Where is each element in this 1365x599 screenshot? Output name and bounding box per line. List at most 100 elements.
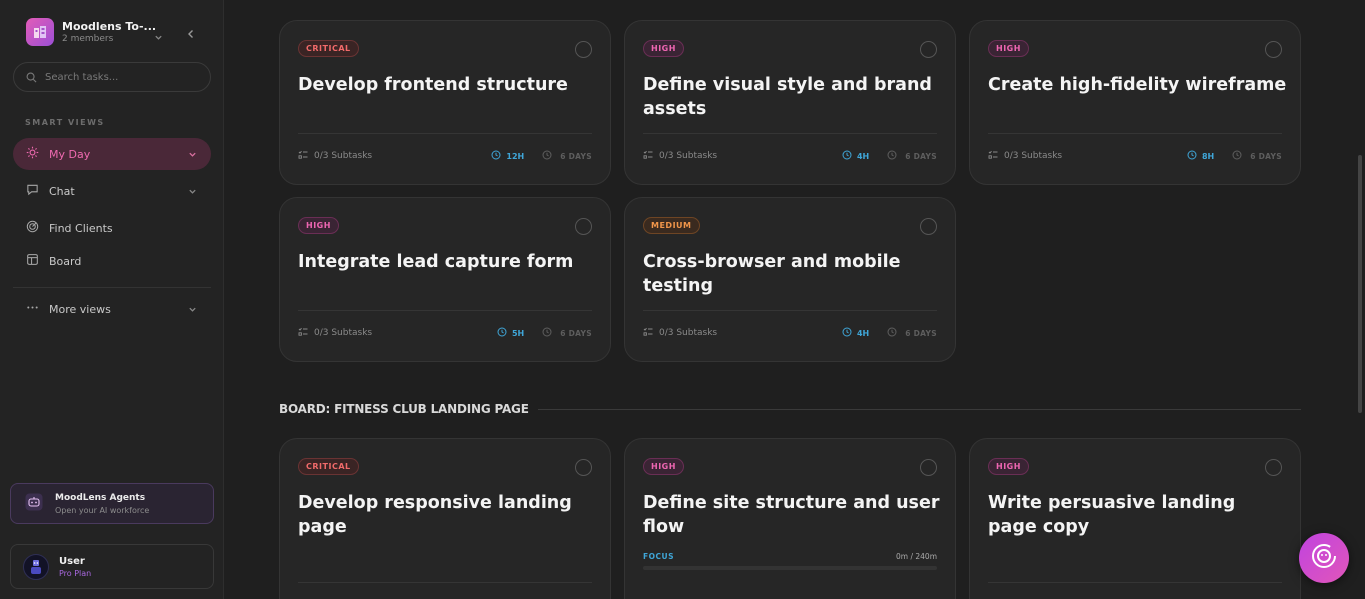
sidebar-item-board[interactable]: Board (13, 245, 211, 277)
complete-checkbox[interactable] (1265, 41, 1282, 58)
task-card[interactable]: HIGH Create high-fidelity wireframe 0/3 … (969, 20, 1301, 185)
user-profile[interactable]: User Pro Plan (10, 544, 214, 589)
agents-button[interactable]: MoodLens Agents Open your AI workforce (10, 483, 214, 524)
subtasks-icon (643, 150, 653, 163)
card-divider (298, 133, 592, 134)
sidebar-item-label: More views (49, 302, 111, 316)
chevron-down-icon[interactable] (188, 186, 197, 199)
card-divider (643, 310, 937, 311)
collapse-sidebar-icon[interactable] (185, 25, 197, 44)
task-card[interactable]: CRITICAL Develop responsive landing page (279, 438, 611, 599)
priority-badge: HIGH (643, 458, 684, 475)
complete-checkbox[interactable] (575, 41, 592, 58)
task-card[interactable]: HIGH Define site structure and user flow… (624, 438, 956, 599)
assistant-fab-button[interactable] (1299, 533, 1349, 583)
complete-checkbox[interactable] (575, 218, 592, 235)
workspace-members: 2 members (62, 34, 114, 44)
smart-views-label: SMART VIEWS (25, 118, 105, 127)
sidebar-item-chat[interactable]: Chat (13, 175, 211, 207)
agents-subtitle: Open your AI workforce (55, 505, 150, 515)
subtasks-count: 0/3 Subtasks (314, 328, 373, 338)
workspace-logo-icon (26, 18, 54, 46)
due-clock-icon (887, 150, 897, 163)
subtasks-icon (643, 327, 653, 340)
sun-icon (26, 146, 39, 162)
due-clock-icon (1232, 150, 1242, 163)
subtasks-count: 0/3 Subtasks (659, 151, 718, 161)
sidebar-item-label: Board (49, 254, 82, 268)
chevron-down-icon[interactable] (154, 27, 163, 46)
estimate: 4H (856, 151, 870, 161)
estimate: 4H (856, 328, 870, 338)
task-title: Write persuasive landing page copy (988, 493, 1236, 537)
focus-time: 0m / 240m (896, 552, 937, 561)
due-date: 6 DAYS (560, 151, 592, 161)
card-divider (298, 582, 592, 583)
priority-badge: HIGH (298, 217, 339, 234)
task-card[interactable]: CRITICAL Develop frontend structure 0/3 … (279, 20, 611, 185)
complete-checkbox[interactable] (920, 459, 937, 476)
task-title: Integrate lead capture form (298, 252, 574, 272)
complete-checkbox[interactable] (920, 218, 937, 235)
card-divider (988, 582, 1282, 583)
smile-spiral-icon (1309, 541, 1339, 575)
priority-badge: CRITICAL (298, 40, 359, 57)
clock-icon (842, 150, 852, 163)
complete-checkbox[interactable] (920, 41, 937, 58)
sidebar-item-more-views[interactable]: More views (13, 293, 211, 325)
clock-icon (1187, 150, 1197, 163)
user-plan: Pro Plan (59, 568, 92, 578)
search-input[interactable]: Search tasks... (13, 62, 211, 92)
sidebar-item-my-day[interactable]: My Day (13, 138, 211, 170)
card-divider (643, 133, 937, 134)
agents-title: MoodLens Agents (55, 492, 146, 503)
estimate: 5H (511, 328, 525, 338)
chevron-down-icon[interactable] (188, 304, 197, 317)
priority-badge: MEDIUM (643, 217, 700, 234)
due-date: 6 DAYS (560, 328, 592, 338)
focus-timer: FOCUS 0m / 240m (643, 552, 937, 561)
robot-icon (25, 493, 43, 515)
complete-checkbox[interactable] (1265, 459, 1282, 476)
task-title: Define site structure and user flow (643, 493, 940, 537)
more-dots-icon (26, 301, 39, 317)
clock-icon (497, 327, 507, 340)
scrollbar-thumb[interactable] (1358, 155, 1362, 413)
focus-label: FOCUS (643, 552, 674, 561)
sidebar-divider (13, 287, 211, 288)
subtasks-count: 0/3 Subtasks (659, 328, 718, 338)
estimate: 8H (1201, 151, 1215, 161)
sidebar-item-label: My Day (49, 147, 91, 161)
task-card[interactable]: HIGH Define visual style and brand asset… (624, 20, 956, 185)
card-footer: 0/3 Subtasks 5H 6 DAYS (298, 327, 592, 339)
card-divider (988, 133, 1282, 134)
sidebar-item-find-clients[interactable]: Find Clients (13, 212, 211, 244)
search-placeholder: Search tasks... (45, 71, 119, 83)
task-card[interactable]: HIGH Integrate lead capture form 0/3 Sub… (279, 197, 611, 362)
task-title: Develop frontend structure (298, 75, 568, 95)
priority-badge: HIGH (988, 458, 1029, 475)
task-title: Develop responsive landing page (298, 493, 572, 537)
task-title: Define visual style and brand assets (643, 75, 932, 119)
workspace-name: Moodlens To-... (62, 20, 157, 33)
sidebar-item-label: Find Clients (49, 221, 113, 235)
priority-badge: HIGH (643, 40, 684, 57)
subtasks-icon (298, 150, 308, 163)
chevron-down-icon[interactable] (188, 149, 197, 162)
estimate: 12H (506, 151, 525, 161)
card-footer: 0/3 Subtasks 4H 6 DAYS (643, 327, 937, 339)
complete-checkbox[interactable] (575, 459, 592, 476)
board-section-title: BOARD: FITNESS CLUB LANDING PAGE (279, 402, 529, 416)
priority-badge: CRITICAL (298, 458, 359, 475)
subtasks-count: 0/3 Subtasks (1004, 151, 1063, 161)
task-card[interactable]: MEDIUM Cross-browser and mobile testing … (624, 197, 956, 362)
radar-icon (26, 220, 39, 236)
sidebar: Moodlens To-... 2 members Search tasks..… (0, 0, 224, 599)
due-date: 6 DAYS (905, 328, 937, 338)
workspace-switcher[interactable]: Moodlens To-... 2 members (26, 18, 156, 46)
app-window: Moodlens To-... 2 members Search tasks..… (0, 0, 1365, 599)
chat-icon (26, 183, 39, 199)
task-card[interactable]: HIGH Write persuasive landing page copy (969, 438, 1301, 599)
sidebar-item-label: Chat (49, 184, 75, 198)
search-icon (26, 68, 37, 87)
